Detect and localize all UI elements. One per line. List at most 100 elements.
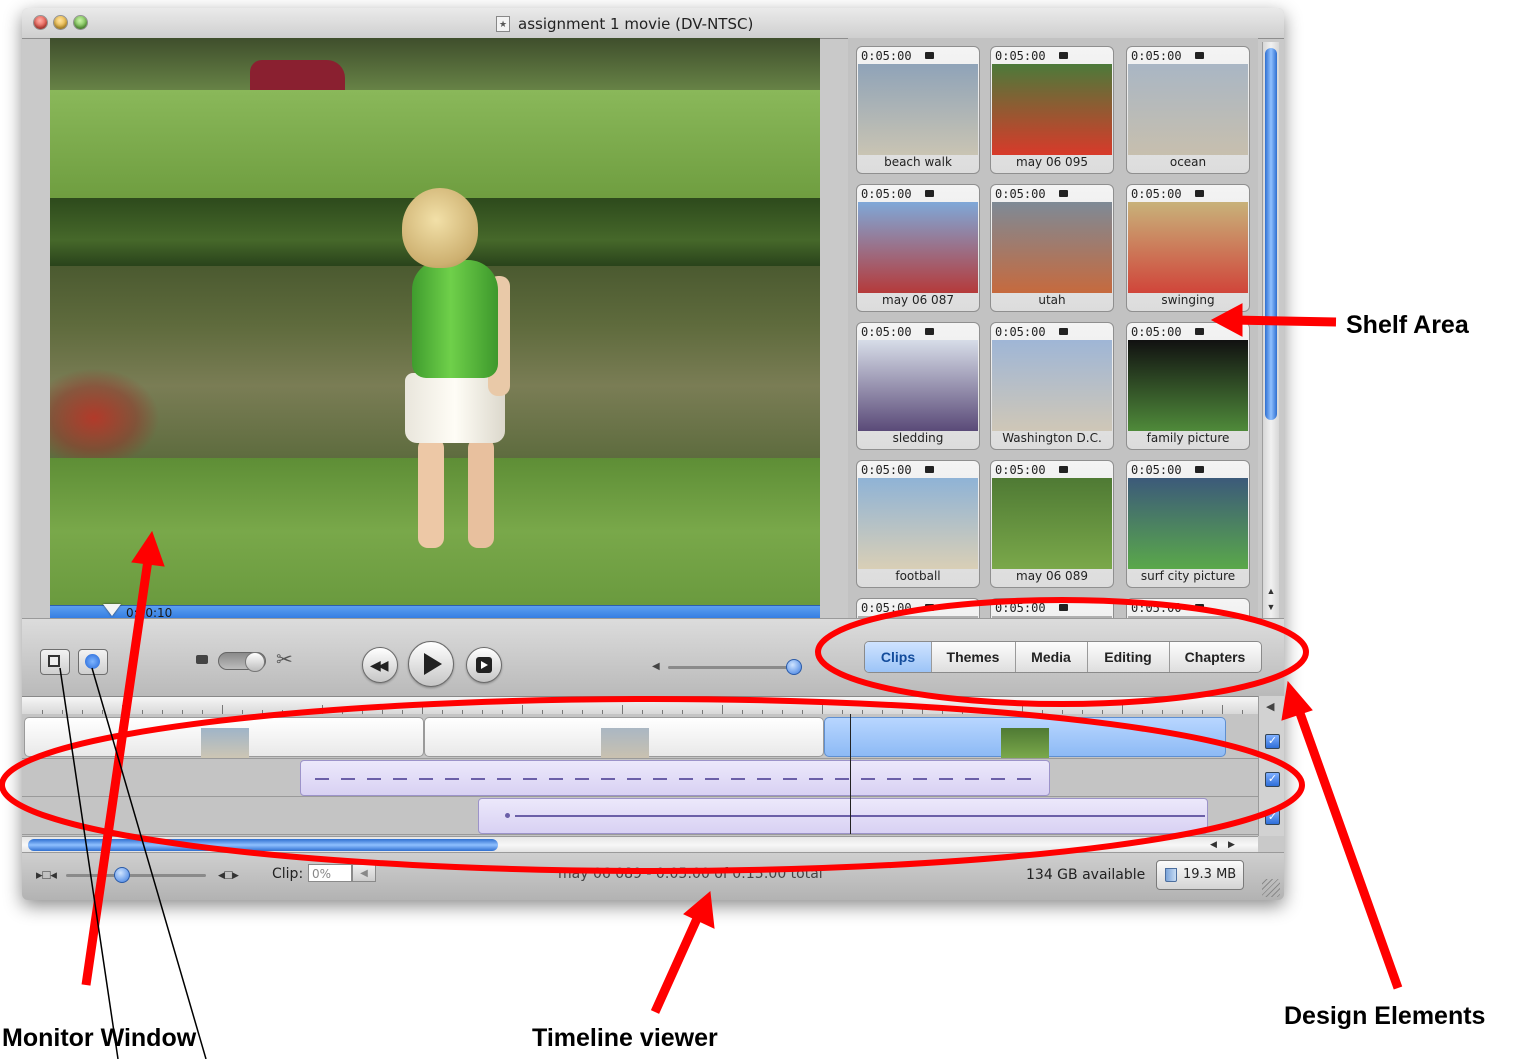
volume-slider-knob[interactable] xyxy=(786,659,802,675)
timeline-scrollbar[interactable]: ◀ ▶ xyxy=(22,836,1258,853)
annotation-shelf-area: Shelf Area xyxy=(1346,311,1469,339)
scroll-up-arrow-icon[interactable]: ▲ xyxy=(1264,586,1278,600)
clip-name: family picture xyxy=(1146,431,1230,445)
shelf-clip[interactable]: 0:05:00 may 06 087 xyxy=(856,184,980,312)
clip-duration: 0:05:00 xyxy=(995,463,1046,477)
tab-themes[interactable]: Themes xyxy=(931,642,1016,672)
shelf-clip[interactable]: 0:05:00 family picture xyxy=(1126,322,1250,450)
tab-clips[interactable]: Clips xyxy=(865,642,932,672)
monitor-background-trees xyxy=(50,38,820,98)
clip-camera-icon xyxy=(1059,52,1068,59)
clip-viewer-button[interactable] xyxy=(40,649,70,675)
shelf-clip[interactable]: 0:05:00 beach walk xyxy=(856,46,980,174)
timeline-zoom-knob[interactable] xyxy=(114,867,130,883)
timeline-audio-clip[interactable] xyxy=(478,798,1208,834)
timeline-video-clip-selected[interactable] xyxy=(824,717,1226,758)
zoom-out-icon: ▸□◂ xyxy=(36,867,57,882)
clip-camera-icon xyxy=(925,604,934,611)
shelf-clip[interactable]: 0:05:00 sledding xyxy=(856,322,980,450)
timeline-video-clip[interactable] xyxy=(24,717,424,758)
clip-name: surf city picture xyxy=(1140,569,1236,583)
audio-track-2[interactable] xyxy=(22,796,1258,835)
clip-thumbnail xyxy=(992,202,1112,293)
clip-thumbnail xyxy=(858,202,978,293)
clip-duration: 0:05:00 xyxy=(861,463,912,477)
track-controls: ◀ ✓ ✓ ✓ xyxy=(1258,696,1284,836)
shelf-scrollbar[interactable]: ▲ ▼ xyxy=(1262,42,1279,618)
audio-track-1-checkbox[interactable]: ✓ xyxy=(1265,772,1280,787)
document-icon: ★ xyxy=(496,16,510,32)
shelf-area[interactable]: 0:05:00 beach walk 0:05:00 may 06 095 0:05:0… xyxy=(848,38,1258,618)
design-arrow xyxy=(1291,700,1403,990)
camera-edit-mode-switch[interactable] xyxy=(218,652,266,672)
clip-volume-speaker-button[interactable]: ◀ xyxy=(352,864,376,882)
clip-duration: 0:05:00 xyxy=(861,325,912,339)
timeline-playhead[interactable] xyxy=(850,714,851,834)
trash-button[interactable]: 19.3 MB xyxy=(1156,860,1244,890)
scroll-left-arrow-icon[interactable]: ◀ xyxy=(1210,839,1217,850)
clip-name: beach walk xyxy=(884,155,952,169)
tab-editing[interactable]: Editing xyxy=(1087,642,1170,672)
design-elements-tabs: Clips Themes Media Editing Chapters xyxy=(864,641,1262,673)
clip-thumbnail xyxy=(1128,202,1248,293)
shelf-clip[interactable]: 0:05:00 xyxy=(856,598,980,618)
shelf-scroll-thumb[interactable] xyxy=(1265,48,1277,420)
clip-name: football xyxy=(895,569,941,583)
zoom-button[interactable] xyxy=(74,16,87,29)
speaker-icon: ◀ xyxy=(1266,701,1275,713)
timeline-zoom-slider[interactable] xyxy=(66,874,206,877)
control-bar: ✂ ◀◀ ◀ Clips Themes Media Editing Chapte… xyxy=(22,618,1284,697)
shelf-clip[interactable]: 0:05:00 football xyxy=(856,460,980,588)
shelf-clip[interactable]: 0:05:00 surf city picture xyxy=(1126,460,1250,588)
shelf-clip[interactable]: 0:05:00 utah xyxy=(990,184,1114,312)
shelf-clip[interactable]: 0:05:00 xyxy=(990,598,1114,618)
design-arrow-head xyxy=(1281,680,1313,721)
rewind-button[interactable]: ◀◀ xyxy=(362,647,398,683)
timeline-video-clip[interactable] xyxy=(424,717,824,758)
tab-media[interactable]: Media xyxy=(1015,642,1088,672)
title-bar[interactable]: ★ assignment 1 movie (DV-NTSC) xyxy=(22,8,1284,39)
playhead[interactable] xyxy=(103,604,121,616)
scroll-down-arrow-icon[interactable]: ▼ xyxy=(1264,602,1278,616)
monitor-child-leg xyxy=(468,438,494,548)
volume-slider[interactable] xyxy=(668,666,798,669)
status-bar: ▸□◂ ◂□▸ Clip: 0% ◀ may 06 089 - 0:05:00 … xyxy=(22,852,1284,900)
close-button[interactable] xyxy=(34,16,47,29)
scroll-right-arrow-icon[interactable]: ▶ xyxy=(1228,839,1235,850)
video-track[interactable] xyxy=(22,714,1258,759)
shelf-clip[interactable]: 0:05:00 may 06 089 xyxy=(990,460,1114,588)
clip-name: may 06 087 xyxy=(882,293,954,307)
clip-thumbnail xyxy=(858,478,978,569)
clip-camera-icon xyxy=(1195,604,1204,611)
mode-switch-knob[interactable] xyxy=(245,652,265,672)
clip-thumbnail xyxy=(992,64,1112,155)
audio-track-2-checkbox[interactable]: ✓ xyxy=(1265,810,1280,825)
shelf-clip[interactable]: 0:05:00 xyxy=(1126,598,1250,618)
shelf-clip[interactable]: 0:05:00 swinging xyxy=(1126,184,1250,312)
audio-volume-point[interactable] xyxy=(505,813,510,818)
scissors-icon: ✂ xyxy=(276,649,293,671)
timeline-viewer[interactable] xyxy=(22,714,1258,836)
shelf-clip[interactable]: 0:05:00 ocean xyxy=(1126,46,1250,174)
resize-grip-icon[interactable] xyxy=(1262,879,1280,897)
timeline-audio-clip[interactable] xyxy=(300,760,1050,796)
tab-chapters[interactable]: Chapters xyxy=(1169,642,1261,672)
annotation-monitor-window: Monitor Window xyxy=(2,1024,197,1052)
timeline-ruler[interactable] xyxy=(22,696,1258,716)
minimize-button[interactable] xyxy=(54,16,67,29)
video-track-audio-checkbox[interactable]: ✓ xyxy=(1265,734,1280,749)
timeline-viewer-button[interactable] xyxy=(78,649,108,675)
audio-waveform xyxy=(315,778,1035,780)
clip-volume-field[interactable]: 0% xyxy=(308,864,352,882)
shelf-clip[interactable]: 0:05:00 may 06 095 xyxy=(990,46,1114,174)
timeline-scroll-thumb[interactable] xyxy=(28,839,498,851)
zoom-in-icon: ◂□▸ xyxy=(218,867,239,882)
clip-thumbnail xyxy=(858,340,978,431)
play-button[interactable] xyxy=(408,641,454,687)
play-fullscreen-button[interactable] xyxy=(466,647,502,683)
monitor-window[interactable] xyxy=(50,38,820,605)
clip-name: swinging xyxy=(1161,293,1215,307)
shelf-clip[interactable]: 0:05:00 Washington D.C. xyxy=(990,322,1114,450)
audio-track-1[interactable] xyxy=(22,758,1258,797)
play-icon xyxy=(424,653,442,675)
